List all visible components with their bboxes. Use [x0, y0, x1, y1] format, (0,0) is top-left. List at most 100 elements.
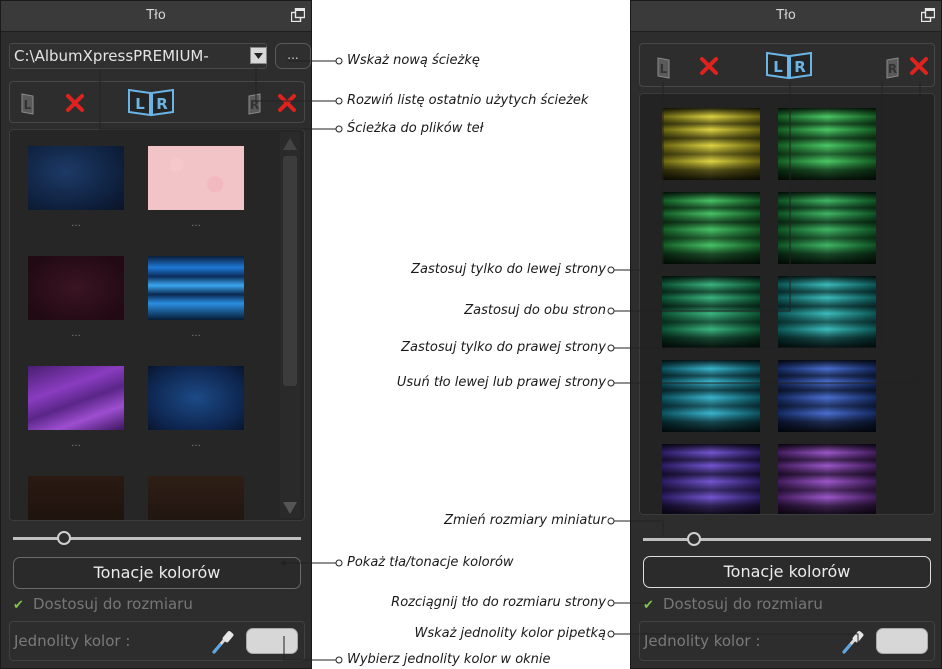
browse-label: ...: [287, 48, 299, 62]
apply-both-button[interactable]: L R: [764, 50, 814, 80]
color-tones-label: Tonacje kolorów: [93, 563, 221, 582]
color-tone-swatch[interactable]: [778, 192, 876, 264]
fit-to-size-checkbox[interactable]: ✔ Dostosuj do rozmiaru: [13, 595, 193, 613]
fit-to-size-label: Dostosuj do rozmiaru: [33, 595, 193, 613]
thumbnail-size-slider-knob[interactable]: [57, 531, 71, 545]
apply-left-letter: L: [660, 62, 668, 76]
pipette-icon[interactable]: [840, 626, 868, 656]
solid-color-swatch[interactable]: [246, 628, 298, 654]
callout-left-only: Zastosuj tylko do lewej strony: [411, 262, 606, 277]
thumbnail[interactable]: [28, 146, 124, 210]
recent-paths-dropdown-button[interactable]: [250, 47, 267, 64]
callout-resize: Zmień rozmiary miniatur: [444, 513, 606, 528]
solid-color-row: Jednolity kolor :: [9, 621, 305, 661]
thumbnail-caption: ...: [71, 438, 81, 449]
callout-bg-path: Ścieżka do plików teł: [347, 121, 484, 136]
thumbnail[interactable]: [148, 256, 244, 320]
delete-left-button[interactable]: [698, 55, 720, 77]
color-tone-swatch[interactable]: [662, 360, 760, 432]
browse-path-button[interactable]: ...: [275, 43, 311, 69]
color-tone-swatch[interactable]: [778, 276, 876, 348]
apply-both-left-letter: L: [773, 58, 783, 76]
restore-icon[interactable]: [921, 8, 935, 22]
fit-to-size-checkbox[interactable]: ✔ Dostosuj do rozmiaru: [643, 595, 823, 613]
delete-icon: [910, 57, 928, 75]
dropdown-arrow-icon: [254, 53, 263, 59]
book-left-icon: L: [21, 93, 34, 115]
thumbnail[interactable]: [148, 146, 244, 210]
apply-buttons-row: L L R R: [639, 43, 935, 87]
thumbnail-caption: ...: [71, 218, 81, 229]
thumbnail-caption: ...: [191, 218, 201, 229]
thumbnail[interactable]: [28, 476, 124, 520]
apply-left-button[interactable]: L: [20, 90, 46, 116]
color-tone-grid: [639, 93, 935, 515]
book-both-icon: L R: [766, 51, 812, 80]
callout-pipette: Wskaż jednolity kolor pipetką: [414, 626, 606, 641]
apply-both-button[interactable]: L R: [126, 87, 176, 117]
apply-right-button[interactable]: R: [874, 54, 900, 80]
apply-buttons-row: L L R R: [9, 81, 305, 123]
thumbnail-caption: ...: [71, 328, 81, 339]
thumbnail[interactable]: [28, 366, 124, 430]
panel-titlebar: Tło: [1, 1, 311, 32]
background-path-field[interactable]: C:\AlbumXpressPREMIUM-: [9, 43, 267, 69]
thumbnail[interactable]: [28, 256, 124, 320]
thumbnail[interactable]: [148, 366, 244, 430]
apply-both-left-letter: L: [135, 95, 145, 113]
callout-recent-paths: Rozwiń listę ostatnio użytych ścieżek: [347, 93, 589, 108]
thumbnail-size-slider-knob[interactable]: [687, 532, 701, 546]
background-panel-left: Tło C:\AlbumXpressPREMIUM- ... L L R R .…: [0, 0, 312, 669]
color-tones-button[interactable]: Tonacje kolorów: [643, 556, 931, 588]
callout-remove: Usuń tło lewej lub prawej strony: [396, 375, 606, 390]
panel-title: Tło: [146, 8, 166, 23]
color-tone-swatch[interactable]: [662, 444, 760, 514]
callout-show-tones: Pokaż tła/tonacje kolorów: [347, 555, 514, 570]
callout-both: Zastosuj do obu stron: [464, 303, 606, 318]
book-left-icon: L: [657, 57, 670, 79]
scrollbar-graphic: [283, 138, 297, 514]
color-tone-swatch[interactable]: [778, 444, 876, 514]
color-tone-swatch[interactable]: [778, 108, 876, 180]
color-tone-swatch[interactable]: [662, 108, 760, 180]
delete-icon: [278, 94, 296, 112]
solid-color-label: Jednolity kolor :: [14, 632, 131, 650]
solid-color-swatch[interactable]: [876, 628, 928, 654]
pipette-icon[interactable]: [210, 626, 238, 656]
apply-right-letter: R: [888, 62, 897, 76]
color-tones-label: Tonacje kolorów: [723, 562, 851, 581]
background-path-value: C:\AlbumXpressPREMIUM-: [14, 47, 209, 65]
book-right-icon: R: [248, 93, 261, 115]
callout-window-color: Wybierz jednolity kolor w oknie: [347, 652, 551, 667]
checkmark-icon: ✔: [643, 598, 654, 613]
background-panel-right: Tło L L R R Tonacje kolorów ✔ Dostosuj d…: [630, 0, 942, 669]
apply-both-right-letter: R: [156, 95, 168, 113]
delete-right-button[interactable]: [276, 92, 298, 114]
fit-to-size-label: Dostosuj do rozmiaru: [663, 595, 823, 613]
panel-titlebar: Tło: [631, 1, 941, 32]
callout-stretch: Rozciągnij tło do rozmiaru strony: [391, 595, 606, 610]
thumbnail[interactable]: [148, 476, 244, 520]
delete-icon: [66, 94, 84, 112]
apply-right-letter: R: [250, 98, 259, 112]
color-tones-button[interactable]: Tonacje kolorów: [13, 557, 301, 589]
thumbnail-grid: ... ... ... ... ... ...: [9, 129, 305, 521]
book-both-icon: L R: [128, 88, 174, 117]
color-tone-swatch[interactable]: [662, 192, 760, 264]
thumbnail-caption: ...: [191, 328, 201, 339]
color-tone-swatch[interactable]: [662, 276, 760, 348]
apply-right-button[interactable]: R: [236, 90, 262, 116]
apply-left-button[interactable]: L: [656, 54, 682, 80]
delete-right-button[interactable]: [908, 55, 930, 77]
restore-icon[interactable]: [291, 8, 305, 22]
panel-title: Tło: [776, 8, 796, 23]
callout-new-path: Wskaż nową ścieżkę: [347, 53, 480, 68]
thumbnail-scrollbar[interactable]: [280, 132, 300, 518]
apply-left-letter: L: [24, 98, 32, 112]
delete-left-button[interactable]: [64, 92, 86, 114]
delete-icon: [700, 57, 718, 75]
callout-right-only: Zastosuj tylko do prawej strony: [401, 340, 606, 355]
checkmark-icon: ✔: [13, 598, 24, 613]
apply-both-right-letter: R: [794, 58, 806, 76]
color-tone-swatch[interactable]: [778, 360, 876, 432]
